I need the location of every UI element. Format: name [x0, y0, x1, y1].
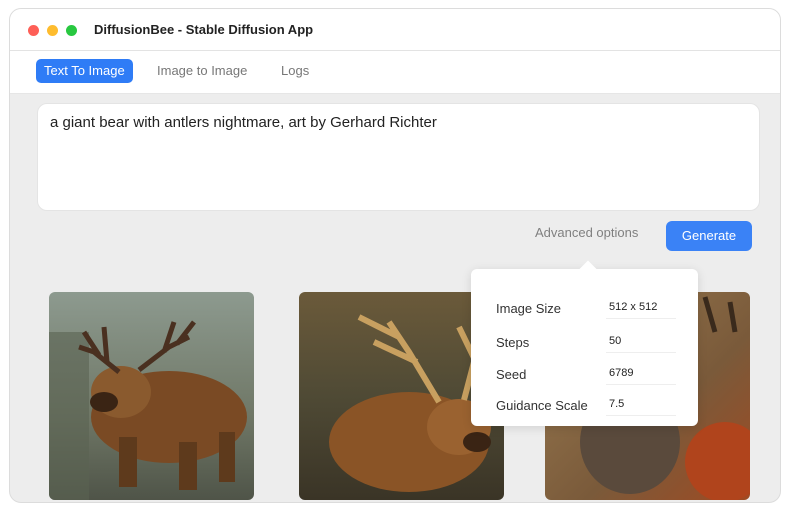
prompt-input[interactable]: a giant bear with antlers nightmare, art…	[37, 103, 760, 211]
generate-button[interactable]: Generate	[666, 221, 752, 251]
title-bar: DiffusionBee - Stable Diffusion App	[10, 9, 780, 51]
option-guidance-scale: Guidance Scale 7.5	[471, 394, 698, 418]
tab-logs[interactable]: Logs	[273, 59, 317, 83]
window-title: DiffusionBee - Stable Diffusion App	[94, 22, 314, 37]
image-size-select[interactable]: 512 x 512	[606, 297, 676, 319]
tab-bar: Text To Image Image to Image Logs	[10, 51, 780, 94]
option-steps: Steps 50	[471, 331, 698, 355]
option-label: Steps	[496, 335, 530, 350]
minimize-window-button[interactable]	[47, 25, 58, 36]
generated-image-1-graphic	[49, 292, 254, 500]
tab-image-to-image[interactable]: Image to Image	[149, 59, 255, 83]
tab-text-to-image[interactable]: Text To Image	[36, 59, 133, 83]
option-label: Image Size	[496, 301, 562, 316]
advanced-options-button[interactable]: Advanced options	[535, 225, 638, 240]
maximize-window-button[interactable]	[66, 25, 77, 36]
advanced-options-popover: Image Size 512 x 512 Steps 50 Seed 6789 …	[471, 260, 698, 426]
generated-image-1[interactable]	[49, 292, 254, 500]
option-label: Seed	[496, 367, 527, 382]
close-window-button[interactable]	[28, 25, 39, 36]
option-image-size: Image Size 512 x 512	[471, 297, 698, 321]
app-window: DiffusionBee - Stable Diffusion App Text…	[9, 8, 781, 503]
popover-arrow	[579, 260, 597, 278]
steps-field[interactable]: 50	[606, 331, 676, 353]
guidance-scale-field[interactable]: 7.5	[606, 394, 676, 416]
option-seed: Seed 6789	[471, 363, 698, 387]
seed-field[interactable]: 6789	[606, 363, 676, 385]
option-label: Guidance Scale	[496, 398, 588, 413]
